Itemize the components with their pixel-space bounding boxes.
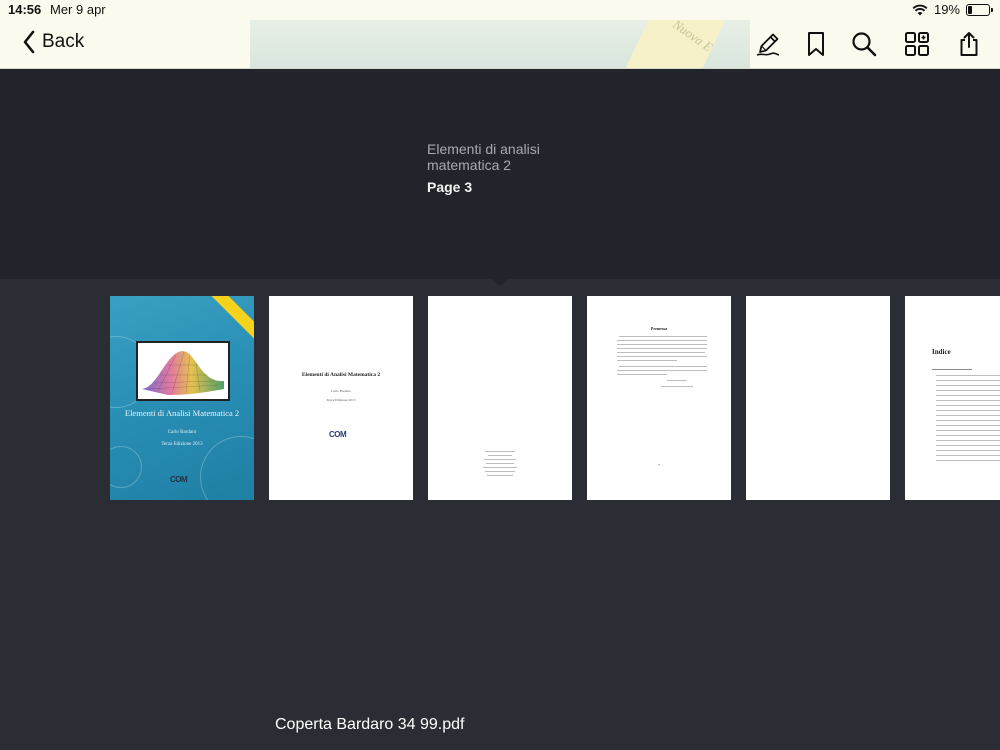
status-time: 14:56	[8, 2, 42, 17]
page-thumbnail-6[interactable]: Indice	[905, 296, 1000, 500]
thumbnails-grid-icon[interactable]	[903, 30, 931, 58]
copyright-text-line	[488, 455, 512, 456]
copyright-text-line	[486, 463, 514, 464]
battery-icon	[966, 3, 993, 16]
preface-text-line	[617, 340, 707, 341]
page-thumbnail-3[interactable]	[428, 296, 572, 500]
page-thumbnail-4[interactable]: Premessa	[587, 296, 731, 500]
index-entry-line	[936, 455, 1000, 456]
file-name-label: Coperta Bardaro 34 99.pdf	[275, 716, 465, 733]
battery-percentage: 19%	[933, 2, 960, 17]
wifi-icon	[912, 4, 928, 15]
index-entry-line	[936, 430, 1000, 431]
cover-decoration	[110, 446, 142, 488]
back-button-label: Back	[42, 31, 85, 52]
page-thumbnail-2[interactable]: Elementi di Analisi Matematica 2 Carlo B…	[269, 296, 413, 500]
status-right: 19%	[912, 2, 993, 17]
copyright-text-line	[484, 459, 516, 460]
copyright-text-line	[483, 467, 517, 468]
index-entry-line	[936, 405, 1000, 406]
index-entry-line	[936, 410, 1000, 411]
cover-edition: Terza Edizione 2013	[161, 442, 203, 447]
index-entry-line	[936, 435, 1000, 436]
preface-text-line	[617, 360, 677, 361]
annotate-pencil-icon[interactable]	[754, 30, 782, 58]
index-entry-line	[936, 400, 1000, 401]
preface-text-line	[617, 374, 667, 375]
cover-surface-plot-image	[136, 341, 230, 401]
page-thumbnail-5[interactable]	[746, 296, 890, 500]
page-info-panel: Elementi di analisi matematica 2 Page 3	[0, 69, 1000, 279]
cover-peek-image: Nuova E	[250, 20, 750, 68]
index-entry-line	[936, 375, 1000, 376]
index-entry-line	[936, 420, 1000, 421]
status-date: Mer 9 apr	[50, 2, 106, 17]
cover-ribbon	[209, 296, 254, 339]
copyright-text-line	[487, 475, 513, 476]
index-entry-line	[936, 460, 1000, 461]
back-button[interactable]: Back	[22, 30, 84, 54]
chevron-left-icon	[23, 30, 35, 54]
share-icon[interactable]	[955, 30, 983, 58]
cover-author: Carlo Bardaro	[167, 430, 197, 435]
cover-title: Elementi di Analisi Matematica 2	[124, 408, 240, 418]
index-entry-line	[936, 415, 1000, 416]
preface-text-line	[617, 352, 705, 353]
preface-text-line	[667, 380, 687, 381]
index-entry-line	[936, 385, 1000, 386]
index-entry-line	[932, 369, 972, 370]
preface-text-line	[661, 386, 693, 387]
toolbar: Nuova E Back	[0, 20, 1000, 69]
title-page-edition: Terza Edizione 2013	[326, 398, 356, 402]
title-page-heading: Elementi di Analisi Matematica 2	[301, 372, 381, 378]
index-entry-line	[936, 450, 1000, 451]
index-entry-line	[936, 440, 1000, 441]
index-entry-line	[936, 395, 1000, 396]
publisher-logo: COM	[170, 475, 188, 484]
index-entry-line	[936, 380, 1000, 381]
preface-text-line	[619, 336, 707, 337]
index-heading: Indice	[932, 348, 951, 356]
current-page-label: Page 3	[427, 179, 473, 195]
index-entry-line	[936, 445, 1000, 446]
preface-text-line	[617, 370, 707, 371]
surface-plot-graphic	[142, 351, 224, 395]
current-page-pointer	[492, 279, 508, 286]
preface-text-line	[617, 344, 707, 345]
index-entry-line	[936, 425, 1000, 426]
status-bar: 14:56 Mer 9 apr 19%	[0, 0, 1000, 20]
page-number-mark	[658, 464, 660, 465]
preface-heading: Premessa	[650, 326, 668, 331]
page-thumbnail-1[interactable]: Elementi di Analisi Matematica 2 Carlo B…	[110, 296, 254, 500]
index-entry-line	[936, 390, 1000, 391]
title-page-author: Carlo Bardaro	[331, 389, 351, 393]
bookmark-icon[interactable]	[802, 30, 830, 58]
preface-text-line	[619, 366, 707, 367]
publisher-logo: COM	[329, 430, 347, 439]
copyright-text-line	[485, 471, 515, 472]
preface-text-line	[617, 348, 707, 349]
document-title: Elementi di analisi matematica 2	[427, 141, 540, 173]
copyright-text-line	[485, 451, 515, 452]
preface-text-line	[617, 356, 707, 357]
search-icon[interactable]	[850, 30, 878, 58]
battery-fill	[968, 5, 972, 14]
